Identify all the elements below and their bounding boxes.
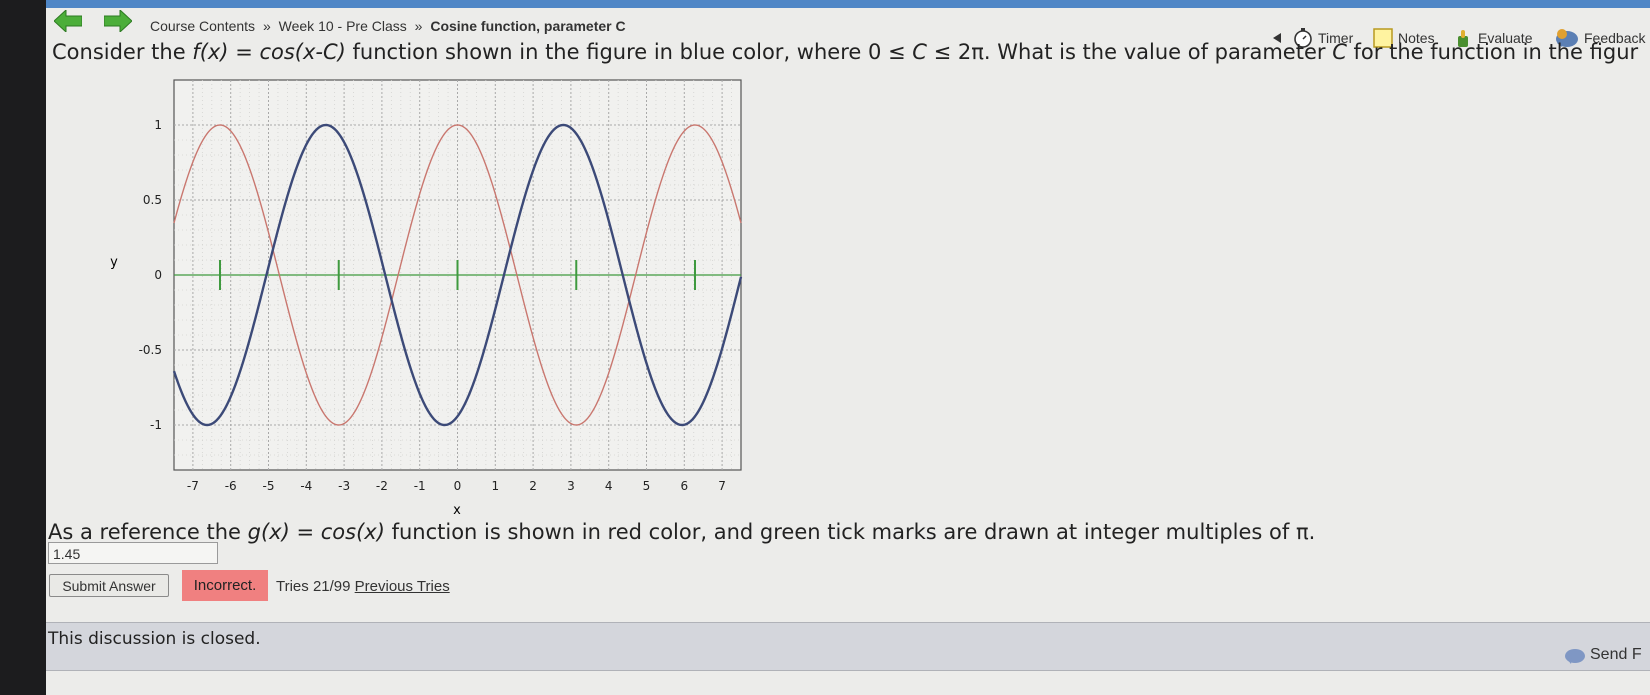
x-tick-label: 1: [491, 479, 499, 493]
breadcrumb-separator: »: [262, 18, 271, 34]
y-tick-label: -0.5: [139, 343, 162, 357]
ref-part: function is shown in red color, and gree…: [384, 520, 1316, 544]
x-tick-label: -4: [300, 479, 312, 493]
y-tick-label: 0: [154, 268, 162, 282]
x-tick-label: -7: [187, 479, 199, 493]
forward-arrow-icon[interactable]: [104, 10, 132, 32]
y-tick-label: -1: [150, 418, 162, 432]
question-part: for the function in the figur: [1346, 40, 1639, 64]
x-tick-label: 3: [567, 479, 575, 493]
x-tick-label: -6: [225, 479, 237, 493]
question-cos: cos(x-C): [259, 40, 346, 64]
ref-part: As a reference the: [48, 520, 248, 544]
x-tick-label: 4: [605, 479, 613, 493]
function-plot: -7 -6 -5 -4 -3 -2 -1 0 1 2 3 4 5 6 7 1 0.5 0 -0.5 -1 x y: [110, 79, 743, 516]
x-tick-labels: -7 -6 -5 -4 -3 -2 -1 0 1 2 3 4 5 6 7: [187, 479, 726, 493]
x-axis-label: x: [453, 503, 461, 516]
y-tick-label: 1: [154, 118, 162, 132]
breadcrumb: Course Contents » Week 10 - Pre Class » …: [150, 18, 626, 34]
discussion-bar: This discussion is closed. Send F: [46, 622, 1650, 671]
send-feedback-button[interactable]: Send F: [1564, 645, 1642, 665]
discussion-message: This discussion is closed.: [48, 629, 261, 649]
question-c: C: [1332, 40, 1347, 64]
question-text: Consider the f(x) = cos(x-C) function sh…: [52, 40, 1638, 64]
status-badge: Incorrect.: [182, 570, 268, 601]
y-axis-label: y: [110, 255, 118, 270]
question-c: C: [912, 40, 927, 64]
ref-gx: g(x): [247, 520, 290, 544]
nav-bar: Course Contents » Week 10 - Pre Class » …: [46, 8, 1650, 48]
x-tick-label: 2: [529, 479, 537, 493]
x-tick-label: 6: [680, 479, 688, 493]
send-label: Send F: [1590, 646, 1642, 663]
back-arrow-icon[interactable]: [54, 10, 82, 32]
previous-tries-link[interactable]: Previous Tries: [355, 578, 450, 595]
x-tick-label: -5: [263, 479, 275, 493]
question-part: =: [228, 40, 260, 64]
question-part: Consider the: [52, 40, 193, 64]
ref-cos: cos(x): [320, 520, 385, 544]
breadcrumb-course-contents[interactable]: Course Contents: [150, 18, 255, 34]
x-tick-label: -2: [376, 479, 388, 493]
breadcrumb-current: Cosine function, parameter C: [430, 18, 626, 34]
submit-answer-button[interactable]: Submit Answer: [49, 574, 169, 597]
send-icon: [1565, 649, 1585, 664]
question-part: function shown in the figure in blue col…: [345, 40, 913, 64]
reference-text: As a reference the g(x) = cos(x) functio…: [48, 520, 1315, 544]
screen-bezel: [0, 0, 46, 695]
y-tick-label: 0.5: [143, 193, 162, 207]
x-tick-label: -3: [338, 479, 350, 493]
ref-part: =: [289, 520, 321, 544]
tries-count: Tries 21/99: [276, 578, 351, 595]
top-strip: [46, 0, 1650, 8]
y-tick-labels: 1 0.5 0 -0.5 -1: [139, 118, 162, 432]
page: Course Contents » Week 10 - Pre Class » …: [46, 0, 1650, 695]
answer-input[interactable]: 1.45: [48, 542, 218, 564]
x-tick-label: 0: [454, 479, 462, 493]
breadcrumb-week[interactable]: Week 10 - Pre Class: [279, 18, 407, 34]
breadcrumb-separator: »: [414, 18, 423, 34]
x-tick-label: -1: [414, 479, 426, 493]
question-fx: f(x): [192, 40, 229, 64]
x-tick-label: 5: [643, 479, 651, 493]
tries-info: Tries 21/99 Previous Tries: [276, 578, 450, 595]
x-tick-label: 7: [718, 479, 726, 493]
question-part: ≤ 2π. What is the value of parameter: [926, 40, 1333, 64]
